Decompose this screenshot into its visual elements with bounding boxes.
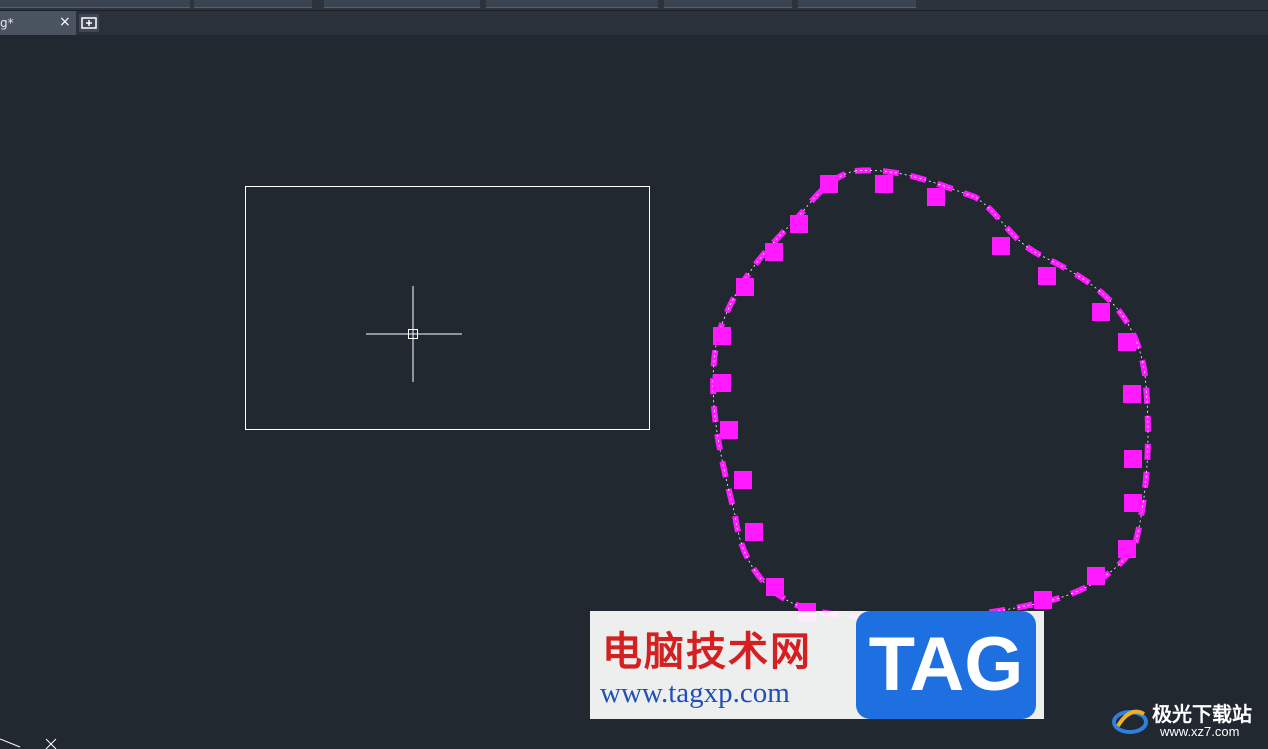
grip bbox=[875, 175, 893, 193]
grip bbox=[927, 188, 945, 206]
new-drawing-icon bbox=[81, 17, 97, 29]
toolbar-field[interactable] bbox=[194, 0, 312, 8]
watermark-tag-badge: TAG bbox=[856, 611, 1036, 719]
grip bbox=[1038, 267, 1056, 285]
drawn-rectangle[interactable] bbox=[245, 186, 650, 430]
grip bbox=[1087, 567, 1105, 585]
top-toolbar bbox=[0, 0, 1268, 11]
watermark-url: www.tagxp.com bbox=[600, 677, 790, 709]
toolbar-field[interactable] bbox=[798, 0, 916, 8]
grip bbox=[1123, 385, 1141, 403]
logo-name: 极光下载站 bbox=[1152, 702, 1252, 726]
watermark-title: 电脑技术网 bbox=[602, 628, 812, 675]
close-icon[interactable]: × bbox=[59, 14, 71, 30]
grip bbox=[745, 523, 763, 541]
new-tab-button[interactable] bbox=[79, 14, 99, 32]
aurora-logo-icon bbox=[1112, 709, 1148, 734]
grip bbox=[713, 374, 731, 392]
logo-site: www.xz7.com bbox=[1160, 724, 1240, 739]
grip bbox=[1118, 333, 1136, 351]
grip bbox=[720, 421, 738, 439]
watermark-banner: 电脑技术网 www.tagxp.com TAG bbox=[590, 611, 1044, 719]
grip bbox=[765, 243, 783, 261]
crosshair-cursor bbox=[366, 286, 462, 382]
toolbar-field[interactable] bbox=[486, 0, 658, 8]
ucs-axis-icon bbox=[0, 738, 57, 749]
document-tab-title: g* bbox=[0, 16, 14, 30]
grip bbox=[713, 327, 731, 345]
toolbar-field[interactable] bbox=[0, 0, 190, 8]
grip bbox=[790, 215, 808, 233]
grip bbox=[734, 471, 752, 489]
document-tab[interactable]: g* × bbox=[0, 11, 76, 35]
toolbar-field[interactable] bbox=[324, 0, 480, 8]
selected-cloud-shape[interactable] bbox=[710, 167, 1151, 623]
toolbar-field[interactable] bbox=[664, 0, 792, 8]
grip bbox=[1092, 303, 1110, 321]
grip bbox=[1034, 591, 1052, 609]
grip bbox=[736, 278, 754, 296]
grip bbox=[820, 175, 838, 193]
corner-logo: 极光下载站 www.xz7.com bbox=[1108, 698, 1268, 744]
grip bbox=[766, 578, 784, 596]
grip bbox=[1124, 450, 1142, 468]
document-tab-bar: g* × bbox=[0, 11, 1268, 35]
grip bbox=[1124, 494, 1142, 512]
grip bbox=[992, 237, 1010, 255]
grip bbox=[1118, 540, 1136, 558]
